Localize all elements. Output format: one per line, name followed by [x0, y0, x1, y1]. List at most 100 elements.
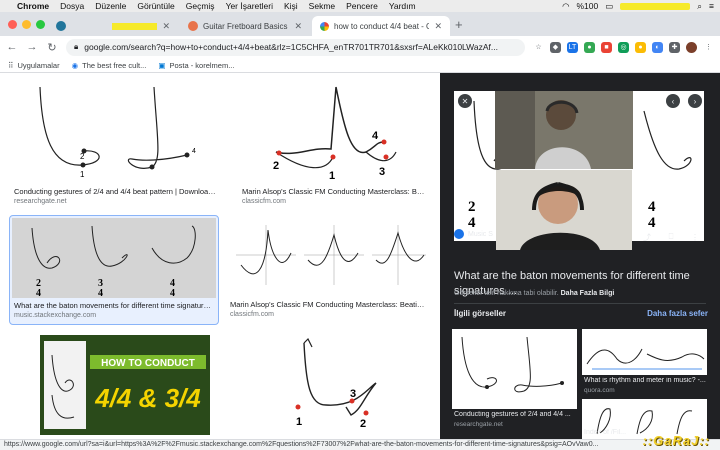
menu-yardim[interactable]: Yardım: [389, 1, 416, 11]
related-caption[interactable]: Conducting gestures of 2/4 and 4/4 ...: [454, 411, 576, 418]
result-thumbnail[interactable]: 2 4 3 4 4 4: [12, 218, 216, 298]
prev-image-icon[interactable]: ‹: [666, 94, 680, 108]
address-text: google.com/search?q=how+to+conduct+4/4+b…: [84, 42, 498, 52]
result-source[interactable]: classicfm.com: [230, 311, 274, 318]
browser-toolbar: ← → ↻ 🔒︎ google.com/search?q=how+to+cond…: [0, 36, 720, 58]
beat-label: 2: [360, 418, 366, 430]
extension-icon[interactable]: ●: [635, 41, 646, 53]
related-caption[interactable]: Index of /Fil...: [584, 429, 644, 436]
source-link[interactable]: Music S: [454, 229, 493, 239]
apps-grid-icon: ⠿: [8, 60, 14, 70]
reload-icon[interactable]: ↻: [46, 41, 58, 54]
related-caption[interactable]: What is rhythm and meter in music? -...: [584, 377, 706, 384]
extension-icon[interactable]: ◐: [652, 41, 663, 53]
result-source[interactable]: classicfm.com: [242, 198, 286, 205]
watermark: ::GaRaJ::: [642, 433, 710, 448]
more-menu-icon[interactable]: ⋮: [703, 42, 714, 53]
menu-duzenle[interactable]: Düzenle: [95, 1, 126, 11]
extension-icon[interactable]: LT: [567, 41, 578, 53]
close-tab-icon[interactable]: ✕: [162, 21, 170, 32]
related-image[interactable]: [452, 329, 577, 409]
close-window-button[interactable]: [8, 20, 17, 29]
image-result[interactable]: 1 2 4 Conducting gestures of 2/4 and 4/4…: [12, 77, 222, 209]
related-image[interactable]: [582, 329, 707, 375]
related-source[interactable]: quora.com: [584, 387, 615, 394]
menu-pencere[interactable]: Pencere: [346, 1, 378, 11]
save-bookmark-icon[interactable]: ⎕: [664, 230, 678, 244]
thumb-title: HOW TO CONDUCT: [101, 358, 195, 369]
result-thumbnail[interactable]: 2 1 4 3: [236, 77, 430, 185]
puzzle-icon[interactable]: ✚: [669, 41, 680, 53]
bookmark-star-icon[interactable]: ☆: [533, 42, 544, 53]
status-bar-url: https://www.google.com/url?sa=i&url=http…: [0, 439, 720, 450]
menu-gecmis[interactable]: Geçmiş: [186, 1, 215, 11]
webcam-person-icon: [496, 170, 632, 250]
forward-icon[interactable]: →: [26, 41, 38, 53]
see-more-link[interactable]: Daha fazla sefer: [647, 309, 708, 318]
menu-goruntule[interactable]: Görüntüle: [137, 1, 174, 11]
extension-icon[interactable]: ◆: [550, 41, 561, 53]
search-icon[interactable]: ⌕: [697, 1, 702, 12]
bookmark-mail[interactable]: ▣ Posta - korelmem...: [158, 61, 234, 70]
window-controls: [8, 20, 45, 29]
beat-label: 1: [296, 416, 302, 428]
site-favicon-icon: [188, 21, 198, 31]
avatar[interactable]: [686, 41, 697, 53]
image-results: 1 2 4 Conducting gestures of 2/4 and 4/4…: [0, 73, 440, 439]
menu-kisi[interactable]: Kişi: [284, 1, 298, 11]
close-tab-icon[interactable]: ✕: [294, 21, 302, 32]
zoom-window-button[interactable]: [36, 20, 45, 29]
bookmark-label: The best free cult...: [82, 60, 147, 70]
bookmark-apps[interactable]: ⠿ Uygulamalar: [8, 61, 60, 70]
more-options-icon[interactable]: ⋮: [688, 230, 702, 244]
back-icon[interactable]: ←: [6, 41, 18, 53]
image-result[interactable]: 1 3 2: [246, 335, 426, 435]
image-result[interactable]: Marin Alsop's Classic FM Conducting Mast…: [226, 215, 430, 325]
battery-icon[interactable]: ▭: [605, 1, 613, 12]
time-sig-bottom: 4: [98, 288, 103, 298]
menu-list-icon[interactable]: ≡: [709, 1, 714, 11]
result-source[interactable]: music.stackexchange.com: [14, 312, 96, 319]
extension-icon[interactable]: ●: [584, 41, 595, 53]
minimize-window-button[interactable]: [22, 20, 31, 29]
time-sig-bottom: 4: [36, 288, 41, 298]
menu-yer-isaretleri[interactable]: Yer İşaretleri: [226, 1, 273, 11]
result-caption[interactable]: Marin Alsop's Classic FM Conducting Mast…: [242, 187, 427, 196]
tab-google-search[interactable]: how to conduct 4/4 beat - Goo ✕: [312, 16, 450, 36]
wifi-icon[interactable]: ◠: [562, 1, 569, 12]
image-result[interactable]: HOW TO CONDUCT 4/4 & 3/4: [40, 335, 210, 435]
menu-sekme[interactable]: Sekme: [309, 1, 335, 11]
result-thumbnail[interactable]: 1 2 4: [12, 77, 222, 185]
webcam-overlay-1: [495, 91, 633, 169]
thumb-subtitle: 4/4 & 3/4: [94, 383, 201, 413]
bookmark-culture[interactable]: ◉ The best free cult...: [72, 61, 147, 70]
result-thumbnail[interactable]: [226, 215, 430, 295]
new-tab-button[interactable]: +: [455, 17, 463, 32]
extension-icon[interactable]: ■: [601, 41, 612, 53]
more-info-link[interactable]: Daha Fazla Bilgi: [561, 290, 615, 297]
extension-icon[interactable]: ◎: [618, 41, 629, 53]
lock-icon[interactable]: 🔒︎: [74, 42, 78, 52]
close-panel-icon[interactable]: ✕: [458, 94, 472, 108]
result-thumbnail[interactable]: 1 3 2: [246, 335, 426, 435]
redacted-clock: [620, 2, 691, 10]
tab-guitar[interactable]: Guitar Fretboard Basics - How ✕: [180, 16, 310, 36]
result-caption[interactable]: Marin Alsop's Classic FM Conducting Mast…: [230, 300, 428, 309]
menu-dosya[interactable]: Dosya: [60, 1, 84, 11]
result-source[interactable]: researchgate.net: [14, 198, 67, 205]
next-image-icon[interactable]: ›: [688, 94, 702, 108]
related-source[interactable]: researchgate.net: [454, 421, 503, 428]
result-caption[interactable]: What are the baton movements for differe…: [14, 301, 214, 310]
share-icon[interactable]: ⤴: [640, 230, 654, 244]
related-header: İlgili görseller: [454, 309, 507, 318]
address-bar[interactable]: 🔒︎ google.com/search?q=how+to+conduct+4/…: [66, 38, 525, 56]
close-tab-icon[interactable]: ✕: [434, 21, 442, 32]
image-result[interactable]: 2 1 4 3 Marin Alsop's Classic FM Conduct…: [236, 77, 430, 209]
result-caption[interactable]: Conducting gestures of 2/4 and 4/4 beat …: [14, 187, 219, 196]
beat-label: 4: [192, 148, 196, 155]
image-result-selected[interactable]: 2 4 3 4 4 4 What are the baton movements…: [9, 215, 219, 325]
result-thumbnail[interactable]: HOW TO CONDUCT 4/4 & 3/4: [40, 335, 210, 435]
tab-wordpress[interactable]: ✕: [48, 16, 178, 36]
menu-chrome[interactable]: Chrome: [17, 1, 49, 11]
site-favicon-icon: [454, 229, 464, 239]
